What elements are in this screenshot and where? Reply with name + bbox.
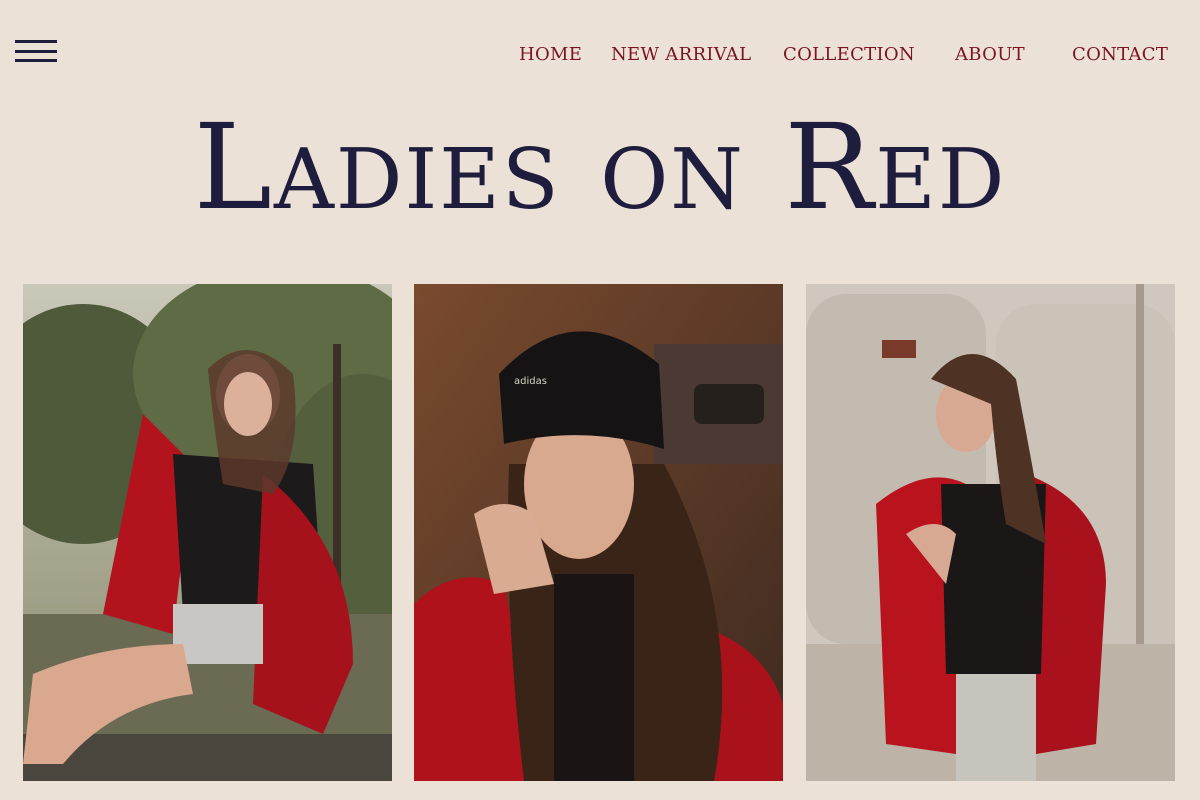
nav-new-arrival[interactable]: NEW ARRIVAL xyxy=(611,44,751,65)
gallery-photo-2[interactable]: adidas xyxy=(414,284,783,781)
beanie-logo: adidas xyxy=(514,376,547,387)
nav-collection[interactable]: COLLECTION xyxy=(783,44,915,65)
gallery-photo-1[interactable] xyxy=(23,284,392,781)
main-nav: HOME NEW ARRIVAL COLLECTION ABOUT CONTAC… xyxy=(0,44,1200,68)
nav-about[interactable]: ABOUT xyxy=(955,44,1025,65)
nav-home[interactable]: HOME xyxy=(519,44,582,65)
gallery-photo-3[interactable] xyxy=(806,284,1175,781)
photo-woman-near-silos xyxy=(806,284,1175,781)
photo-woman-in-beanie: adidas xyxy=(414,284,783,781)
photo-woman-seated-outdoors xyxy=(23,284,392,781)
nav-contact[interactable]: CONTACT xyxy=(1072,44,1168,65)
page-title: Ladies on Red xyxy=(193,98,1007,236)
menu-bar xyxy=(15,40,57,43)
